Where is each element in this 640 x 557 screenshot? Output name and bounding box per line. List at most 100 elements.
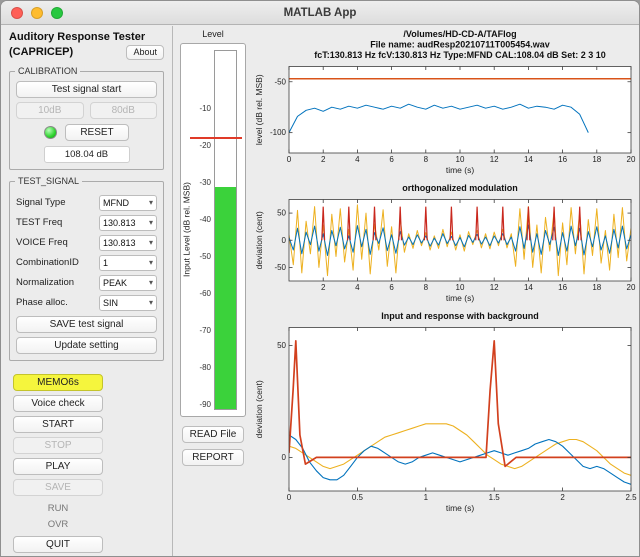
signal-type-row: Signal Type MFND ▾ <box>16 194 157 211</box>
plots-column: 02468101214161820-100-50/Volumes/HD-CD-A… <box>253 27 637 515</box>
svg-text:12: 12 <box>490 283 499 292</box>
test-freq-value: 130.813 <box>103 218 136 228</box>
test-signal-section-label: TEST_SIGNAL <box>15 176 82 186</box>
app-title-line2: (CAPRICEP) <box>9 46 73 59</box>
phase-alloc-label: Phase alloc. <box>16 297 68 308</box>
run-button[interactable]: RUN <box>13 500 103 514</box>
level-meter: Input Level (dB rel. MSB) -10-20-30-40-5… <box>180 43 246 417</box>
play-button[interactable]: PLAY <box>13 458 103 475</box>
chart-title: /Volumes/HD-CD-A/TAFlog <box>403 29 516 39</box>
test-signal-start-button[interactable]: Test signal start <box>16 81 157 98</box>
svg-text:6: 6 <box>389 283 394 292</box>
chart-svg: 2468101214161820-50050orthogonalized mod… <box>253 181 637 305</box>
test-freq-row: TEST Freq 130.813 ▾ <box>16 214 157 231</box>
update-setting-button[interactable]: Update setting <box>16 337 157 354</box>
chart-ylabel: deviation (cent) <box>254 211 264 269</box>
voice-check-button[interactable]: Voice check <box>13 395 103 412</box>
svg-text:8: 8 <box>424 283 429 292</box>
calibration-section: CALIBRATION Test signal start 10dB 80dB … <box>9 71 164 170</box>
svg-text:16: 16 <box>558 155 567 164</box>
calibration-lamp-indicator <box>44 126 57 139</box>
svg-text:14: 14 <box>524 283 533 292</box>
meter-tick-label: -70 <box>183 326 211 335</box>
test-signal-section: TEST_SIGNAL Signal Type MFND ▾ TEST Freq… <box>9 181 164 361</box>
chevron-down-icon: ▾ <box>149 259 153 267</box>
svg-text:0: 0 <box>287 155 292 164</box>
chart-ylabel: level (dB rel. MSB) <box>254 74 264 145</box>
calibration-level-readout: 108.04 dB <box>44 146 130 163</box>
signal-type-label: Signal Type <box>16 197 65 208</box>
chart-svg: 00.511.522.5050Input and response with b… <box>253 309 637 515</box>
svg-text:0: 0 <box>282 236 287 245</box>
cal-level-b-button[interactable]: 80dB <box>90 102 158 119</box>
start-button[interactable]: START <box>13 416 103 433</box>
svg-text:2.5: 2.5 <box>625 493 637 502</box>
reset-button[interactable]: RESET <box>65 124 129 141</box>
svg-text:2: 2 <box>321 283 326 292</box>
app-title-line1: Auditory Response Tester <box>9 31 164 44</box>
control-panel: Auditory Response Tester (CAPRICEP) Abou… <box>1 26 173 556</box>
svg-text:14: 14 <box>524 155 533 164</box>
svg-text:4: 4 <box>355 283 360 292</box>
normalization-dropdown[interactable]: PEAK ▾ <box>99 275 157 291</box>
svg-text:16: 16 <box>558 283 567 292</box>
svg-text:-50: -50 <box>274 77 286 86</box>
report-button[interactable]: REPORT <box>182 449 244 466</box>
level-meter-panel: Level Input Level (dB rel. MSB) -10-20-3… <box>177 29 249 466</box>
svg-text:12: 12 <box>490 155 499 164</box>
svg-text:-50: -50 <box>274 263 286 272</box>
combination-id-label: CombinationID <box>16 257 79 268</box>
meter-tick-label: -30 <box>183 178 211 187</box>
phase-alloc-dropdown[interactable]: SIN ▾ <box>99 295 157 311</box>
normalization-label: Normalization <box>16 277 74 288</box>
svg-text:0.5: 0.5 <box>352 493 364 502</box>
combination-id-dropdown[interactable]: 1 ▾ <box>99 255 157 271</box>
chart-xlabel: time (s) <box>446 503 475 513</box>
svg-text:1.5: 1.5 <box>489 493 501 502</box>
chevron-down-icon: ▾ <box>149 299 153 307</box>
svg-text:8: 8 <box>424 155 429 164</box>
chart-title: fcT:130.813 Hz fcV:130.813 Hz Type:MFND … <box>314 50 605 60</box>
chart-title: orthogonalized modulation <box>402 183 518 193</box>
level-meter-track <box>214 50 237 410</box>
svg-text:18: 18 <box>592 155 601 164</box>
action-button-stack: MEMO6s Voice check START STOP PLAY SAVE … <box>9 374 164 553</box>
svg-text:50: 50 <box>277 341 286 350</box>
test-freq-dropdown[interactable]: 130.813 ▾ <box>99 215 157 231</box>
matlab-app-window: MATLAB App Auditory Response Tester (CAP… <box>0 0 640 557</box>
voice-freq-row: VOICE Freq 130.813 ▾ <box>16 234 157 251</box>
plot-orthogonalized-modulation: 2468101214161820-50050orthogonalized mod… <box>253 181 637 305</box>
save-test-signal-button[interactable]: SAVE test signal <box>16 316 157 333</box>
level-meter-marker <box>190 137 242 139</box>
quit-button[interactable]: QUIT <box>13 536 103 553</box>
voice-freq-dropdown[interactable]: 130.813 ▾ <box>99 235 157 251</box>
combination-id-value: 1 <box>103 258 108 268</box>
level-meter-axis-label: Input Level (dB rel. MSB) <box>180 44 193 416</box>
meter-tick-label: -80 <box>183 363 211 372</box>
save-button[interactable]: SAVE <box>13 479 103 496</box>
signal-type-dropdown[interactable]: MFND ▾ <box>99 195 157 211</box>
chevron-down-icon: ▾ <box>149 279 153 287</box>
chart-xlabel: time (s) <box>446 165 475 175</box>
memo6s-button[interactable]: MEMO6s <box>13 374 103 391</box>
svg-text:6: 6 <box>389 155 394 164</box>
about-button[interactable]: About <box>126 45 164 60</box>
test-freq-label: TEST Freq <box>16 217 62 228</box>
title-bar: MATLAB App <box>1 1 639 25</box>
stop-button[interactable]: STOP <box>13 437 103 454</box>
ovr-button[interactable]: OVR <box>13 516 103 530</box>
chart-svg: 02468101214161820-100-50/Volumes/HD-CD-A… <box>253 27 637 177</box>
phase-alloc-row: Phase alloc. SIN ▾ <box>16 294 157 311</box>
svg-text:2: 2 <box>321 155 326 164</box>
meter-tick-label: -90 <box>183 400 211 409</box>
chart-ylabel: deviation (cent) <box>254 380 264 438</box>
chart-title: Input and response with background <box>381 311 539 321</box>
plot-input-response-background: 00.511.522.5050Input and response with b… <box>253 309 637 515</box>
voice-freq-value: 130.813 <box>103 238 136 248</box>
calibration-section-label: CALIBRATION <box>15 66 80 76</box>
read-file-button[interactable]: READ File <box>182 426 244 443</box>
phase-alloc-value: SIN <box>103 298 118 308</box>
cal-level-a-button[interactable]: 10dB <box>16 102 84 119</box>
svg-text:18: 18 <box>592 283 601 292</box>
level-meter-fill <box>215 187 236 409</box>
